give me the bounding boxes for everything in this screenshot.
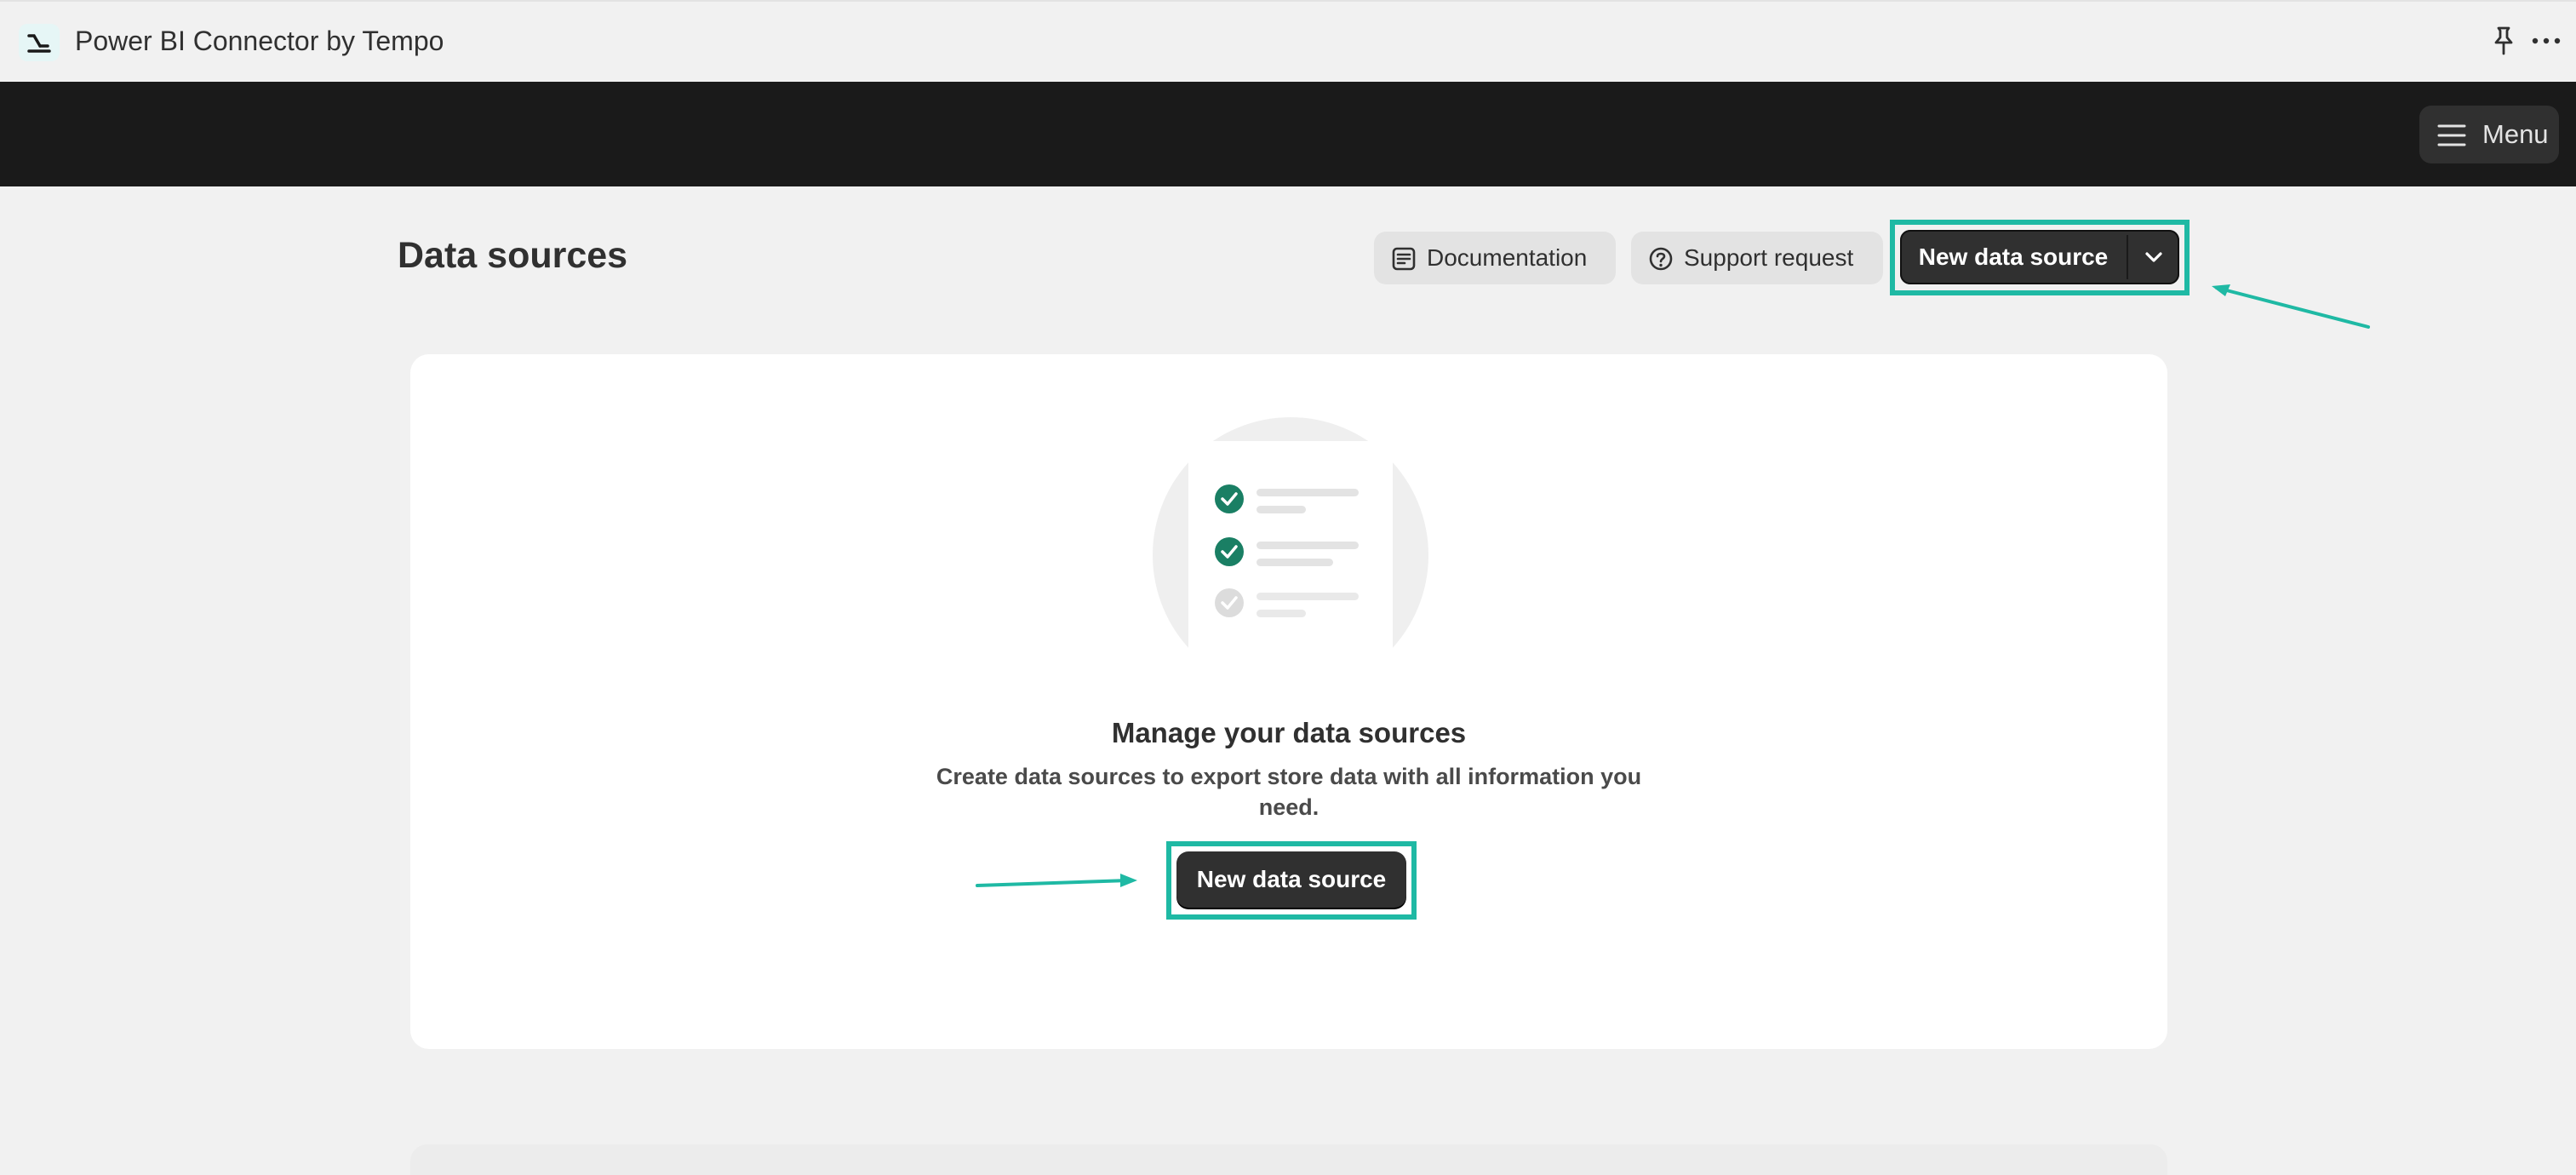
help-circle-icon	[1649, 247, 1673, 271]
app-title: Power BI Connector by Tempo	[75, 26, 444, 56]
documentation-label: Documentation	[1427, 244, 1588, 271]
more-horizontal-icon[interactable]	[2530, 27, 2564, 57]
checklist-illustration-icon	[1153, 417, 1428, 654]
top-navigation-bar: Menu	[0, 82, 2576, 186]
document-icon	[1392, 247, 1416, 271]
empty-state-title: Manage your data sources	[1111, 717, 1467, 748]
support-request-button[interactable]: Support request	[1631, 232, 1883, 284]
empty-state-card: Manage your data sources Create data sou…	[410, 354, 2167, 1049]
new-data-source-split-button: New data source	[1900, 230, 2179, 284]
page-title: Data sources	[398, 235, 628, 276]
tempo-logo-icon	[19, 24, 60, 61]
pin-icon[interactable]	[2491, 26, 2516, 60]
menu-label: Menu	[2482, 119, 2549, 149]
chevron-down-icon	[2145, 252, 2162, 262]
new-data-source-dropdown-button[interactable]	[2128, 230, 2179, 284]
empty-state-description: Create data sources to export store data…	[936, 764, 1642, 820]
next-section-edge	[410, 1144, 2167, 1175]
menu-button[interactable]: Menu	[2419, 106, 2559, 163]
support-request-label: Support request	[1684, 244, 1854, 271]
empty-state-new-data-source-button[interactable]: New data source	[1176, 851, 1406, 908]
annotation-arrow-icon	[2212, 284, 2370, 329]
window-titlebar: Power BI Connector by Tempo	[0, 0, 2576, 82]
annotation-arrow-icon	[976, 874, 1137, 887]
hamburger-icon	[2437, 124, 2466, 146]
documentation-button[interactable]: Documentation	[1374, 232, 1616, 284]
new-data-source-button[interactable]: New data source	[1900, 230, 2127, 284]
